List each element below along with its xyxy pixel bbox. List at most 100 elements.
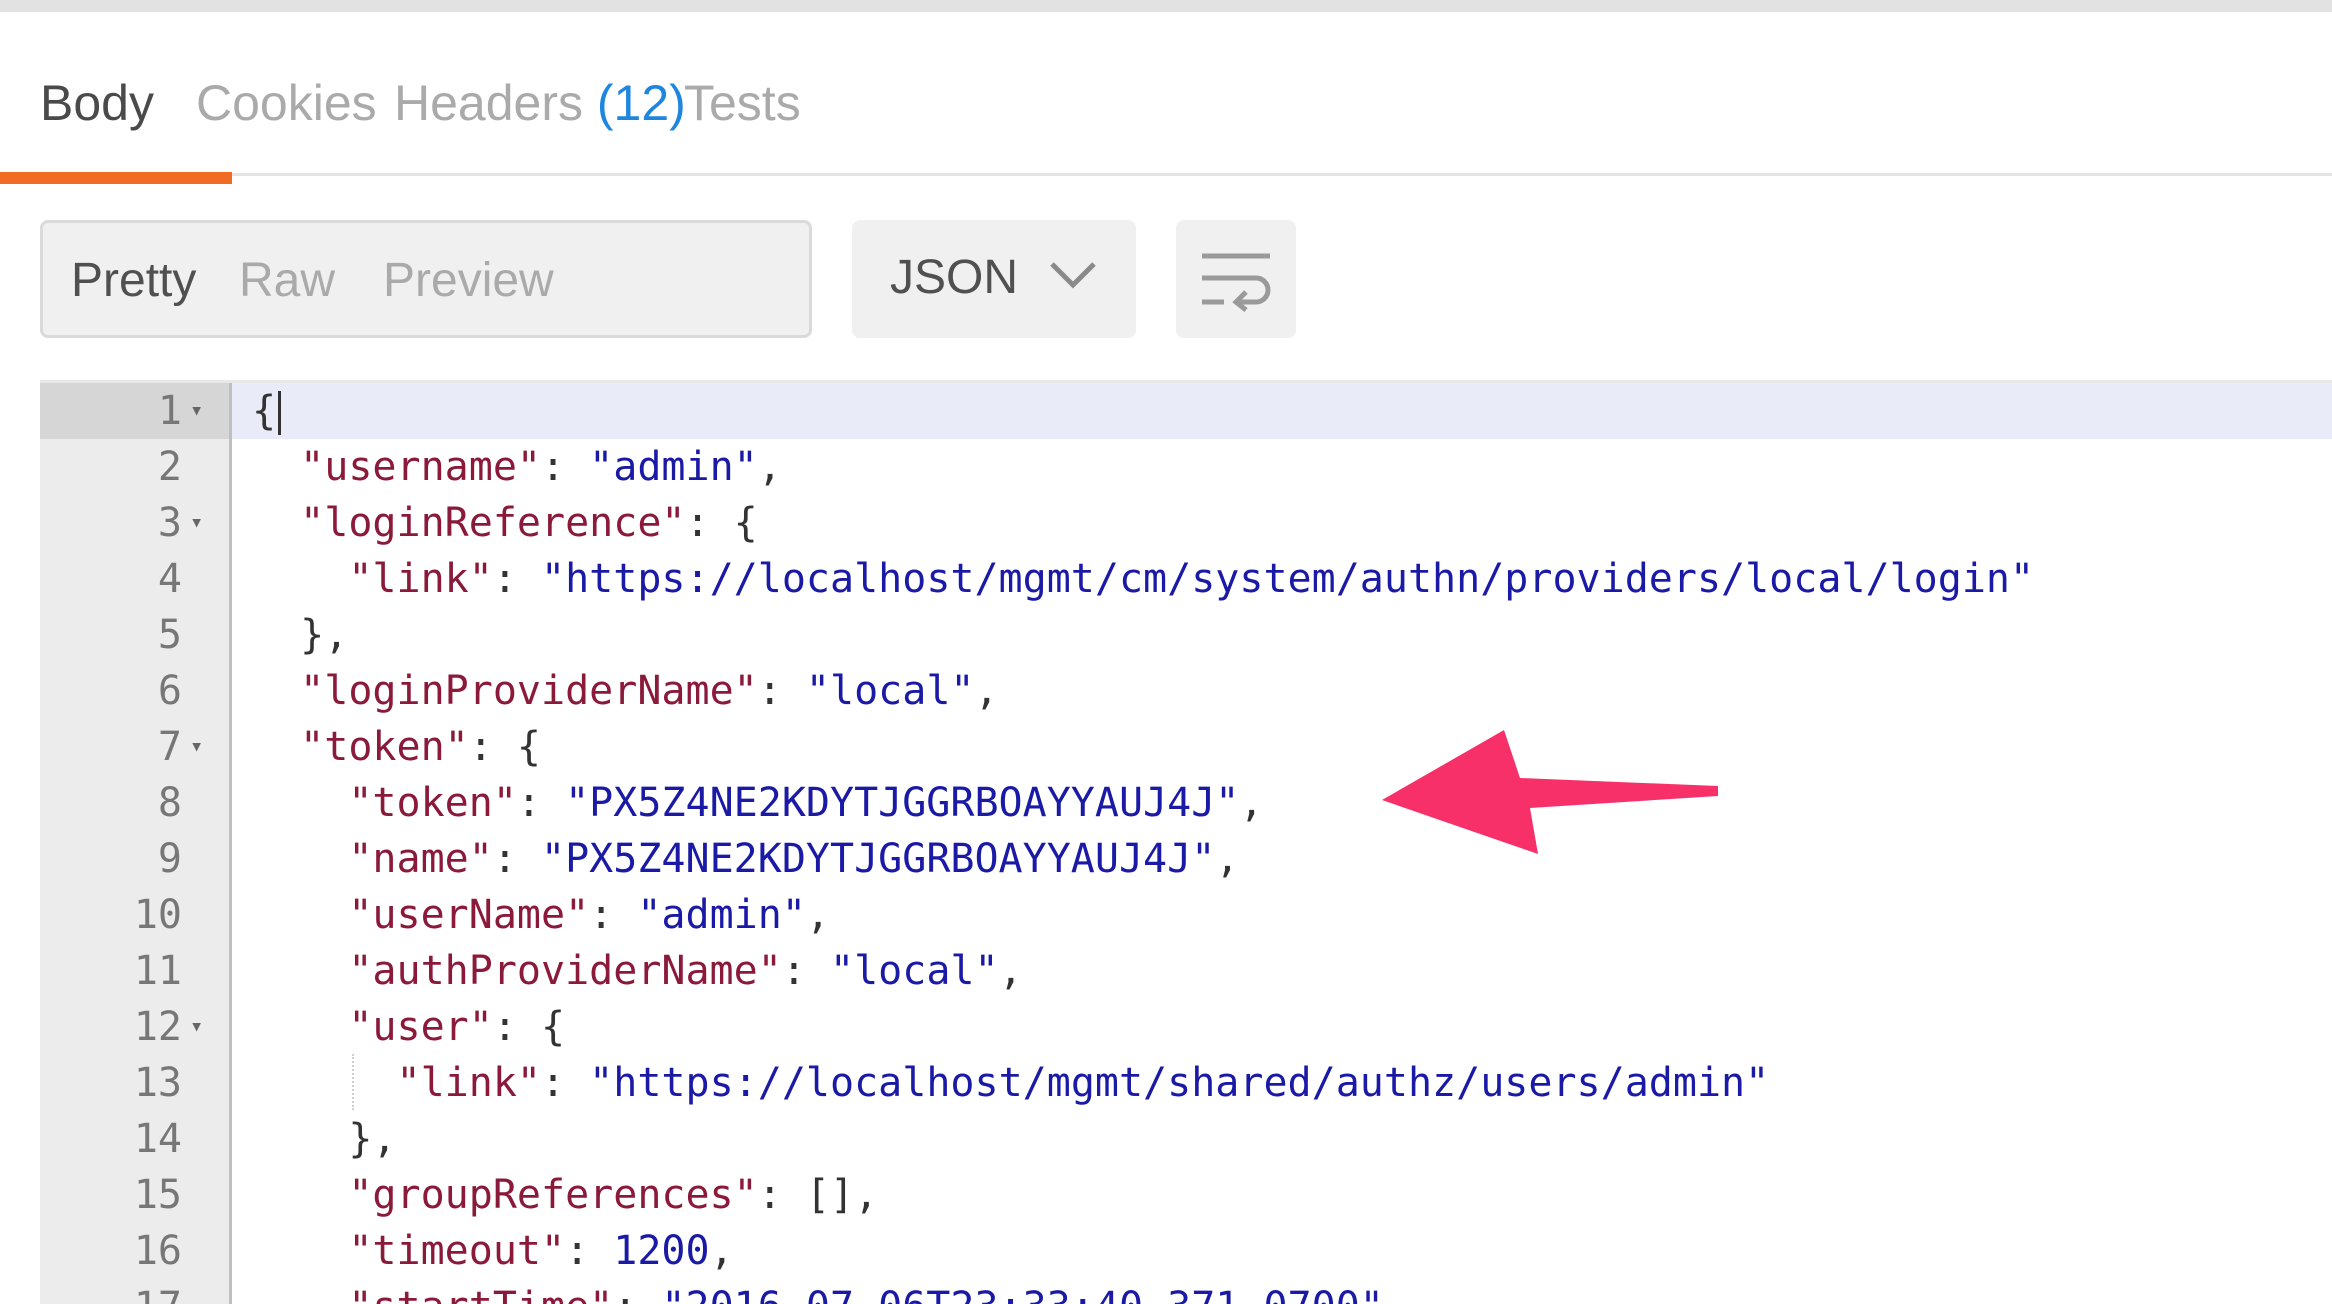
json-separator: : bbox=[781, 948, 830, 994]
json-punctuation: , bbox=[1215, 836, 1240, 882]
line-number: 4 bbox=[157, 556, 182, 602]
code-line: 7 ▾ "token": { bbox=[40, 719, 2332, 775]
code-text: "timeout": 1200, bbox=[252, 1223, 734, 1279]
line-number: 13 bbox=[133, 1060, 182, 1106]
line-number: 14 bbox=[133, 1116, 182, 1162]
text-cursor bbox=[278, 391, 282, 435]
format-selected-value: JSON bbox=[890, 251, 1019, 304]
wrap-lines-icon bbox=[1202, 253, 1271, 312]
line-number: 11 bbox=[133, 948, 182, 994]
code-text: "link": "https://localhost/mgmt/cm/syste… bbox=[252, 551, 2034, 607]
code-line: 11 "authProviderName": "local", bbox=[40, 943, 2332, 999]
chevron-down-icon bbox=[1050, 262, 1096, 289]
line-number: 16 bbox=[133, 1228, 182, 1274]
line-number: 5 bbox=[157, 612, 182, 658]
line-number: 17 bbox=[40, 1279, 182, 1304]
tab-tests-label: Tests bbox=[684, 75, 801, 131]
json-separator: : bbox=[565, 1228, 614, 1274]
fold-toggle-icon[interactable]: ▾ bbox=[190, 383, 203, 439]
code-text: "loginProviderName": "local", bbox=[252, 663, 998, 719]
code-text: "loginReference": { bbox=[252, 495, 758, 551]
line-number: 8 bbox=[157, 780, 182, 826]
json-key: "link" bbox=[396, 1060, 542, 1106]
json-value: "https://localhost/mgmt/shared/authz/use… bbox=[589, 1060, 1770, 1106]
json-separator: : bbox=[685, 500, 734, 546]
json-separator: : bbox=[757, 668, 806, 714]
json-punctuation: , bbox=[1239, 780, 1264, 826]
line-number: 9 bbox=[157, 836, 182, 882]
tab-body[interactable]: Body bbox=[40, 78, 154, 128]
code-line: 2 "username": "admin", bbox=[40, 439, 2332, 495]
preview-button[interactable]: Preview bbox=[383, 257, 554, 305]
json-punctuation: { bbox=[516, 724, 542, 770]
line-number: 3 bbox=[157, 500, 182, 546]
json-punctuation: , bbox=[709, 1228, 734, 1274]
json-punctuation: , bbox=[998, 948, 1023, 994]
pretty-button[interactable]: Pretty bbox=[71, 257, 196, 305]
json-value: "admin" bbox=[589, 444, 758, 490]
json-key: "authProviderName" bbox=[348, 948, 782, 994]
line-number: 6 bbox=[157, 668, 182, 714]
json-separator: : bbox=[516, 780, 566, 826]
json-value: "PX5Z4NE2KDYTJGGRBOAYYAUJ4J" bbox=[541, 836, 1216, 882]
top-border bbox=[0, 0, 2332, 12]
line-number: 1 bbox=[157, 388, 182, 434]
json-separator: : bbox=[613, 1284, 661, 1304]
code-line: 12 ▾ "user": { bbox=[40, 999, 2332, 1055]
tab-headers[interactable]: Headers (12) bbox=[394, 78, 686, 128]
json-value: "PX5Z4NE2KDYTJGGRBOAYYAUJ4J" bbox=[565, 780, 1240, 826]
fold-toggle-icon[interactable]: ▾ bbox=[190, 495, 203, 551]
tab-cookies[interactable]: Cookies bbox=[196, 78, 377, 128]
json-key: "timeout" bbox=[348, 1228, 566, 1274]
json-separator: : bbox=[757, 1172, 806, 1218]
code-text: }, bbox=[252, 607, 348, 663]
code-line: 13 "link": "https://localhost/mgmt/share… bbox=[40, 1055, 2332, 1111]
wrap-lines-button[interactable] bbox=[1176, 220, 1296, 338]
json-key: "link" bbox=[348, 556, 493, 602]
code-line: 17 "startTime": "2016-07-06T23:33:40.371… bbox=[40, 1279, 2332, 1304]
json-separator: : bbox=[541, 1060, 590, 1106]
json-key: "token" bbox=[348, 780, 517, 826]
json-key: "userName" bbox=[348, 892, 590, 938]
line-number: 12 bbox=[133, 1004, 182, 1050]
json-punctuation: , bbox=[757, 444, 782, 490]
code-line: 1 ▾ { bbox=[40, 383, 2332, 439]
json-punctuation: [], bbox=[805, 1172, 879, 1218]
json-key: "loginReference" bbox=[300, 500, 686, 546]
raw-button[interactable]: Raw bbox=[239, 257, 335, 305]
code-text: { bbox=[252, 383, 282, 439]
code-line: 8 "token": "PX5Z4NE2KDYTJGGRBOAYYAUJ4J", bbox=[40, 775, 2332, 831]
code-line: 5 }, bbox=[40, 607, 2332, 663]
view-mode-group: Pretty Raw Preview bbox=[40, 220, 812, 338]
code-text: "token": { bbox=[252, 719, 541, 775]
json-key: "groupReferences" bbox=[348, 1172, 758, 1218]
tab-tests[interactable]: Tests bbox=[684, 78, 801, 128]
fold-toggle-icon[interactable]: ▾ bbox=[190, 999, 203, 1055]
fold-toggle-icon[interactable]: ▾ bbox=[190, 719, 203, 775]
json-separator: : bbox=[541, 444, 590, 490]
json-separator: : bbox=[468, 724, 517, 770]
code-line: 9 "name": "PX5Z4NE2KDYTJGGRBOAYYAUJ4J", bbox=[40, 831, 2332, 887]
format-select[interactable]: JSON bbox=[852, 220, 1136, 338]
json-punctuation: , bbox=[1384, 1284, 1408, 1304]
code-line: 10 "userName": "admin", bbox=[40, 887, 2332, 943]
code-line: 4 "link": "https://localhost/mgmt/cm/sys… bbox=[40, 551, 2332, 607]
active-tab-indicator bbox=[0, 172, 232, 184]
json-key: "token" bbox=[300, 724, 469, 770]
tab-headers-label: Headers bbox=[394, 75, 583, 131]
line-number: 10 bbox=[133, 892, 182, 938]
json-separator: : bbox=[492, 556, 541, 602]
json-separator: : bbox=[492, 1004, 541, 1050]
response-editor[interactable]: 1 ▾{2 "username": "admin", 3 ▾ "loginRefere… bbox=[40, 380, 2332, 1304]
